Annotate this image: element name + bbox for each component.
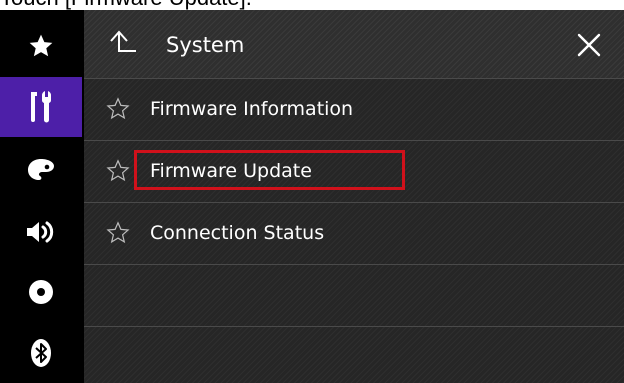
speaker-icon [25, 219, 57, 245]
star-icon [28, 33, 54, 59]
menu-item-label: Firmware Update [150, 160, 312, 182]
back-button[interactable] [108, 28, 138, 58]
sidebar-item-system-settings[interactable] [0, 77, 82, 137]
header-bar: System [84, 10, 624, 79]
sidebar-item-av-source[interactable] [0, 262, 82, 322]
palette-icon [27, 158, 55, 182]
main-panel: System Firmware Information Firmware Upd… [84, 10, 624, 383]
menu-item-label: Connection Status [150, 222, 325, 244]
tools-icon [27, 89, 55, 125]
sidebar-item-audio[interactable] [0, 202, 82, 262]
menu-item-firmware-information[interactable]: Firmware Information [84, 79, 624, 141]
sidebar-item-bluetooth[interactable] [0, 323, 82, 383]
menu-item-firmware-update[interactable]: Firmware Update [84, 141, 624, 203]
menu-item-label: Firmware Information [150, 98, 354, 120]
sidebar-item-theme[interactable] [0, 140, 82, 200]
instruction-caption: Touch [Firmware Update]. [0, 0, 252, 10]
close-button[interactable] [576, 32, 602, 58]
disc-icon [28, 279, 54, 305]
page-title: System [166, 33, 245, 57]
empty-list-row [84, 265, 624, 327]
star-outline-icon[interactable] [106, 97, 130, 121]
menu-item-connection-status[interactable]: Connection Status [84, 203, 624, 265]
sidebar [0, 10, 84, 383]
star-outline-icon[interactable] [106, 221, 130, 245]
star-outline-icon[interactable] [106, 159, 130, 183]
sidebar-item-favorites[interactable] [0, 16, 82, 76]
close-icon [576, 33, 602, 62]
bluetooth-icon [30, 338, 52, 368]
head-unit-screen: System Firmware Information Firmware Upd… [0, 10, 624, 383]
back-arrow-icon [108, 30, 138, 62]
